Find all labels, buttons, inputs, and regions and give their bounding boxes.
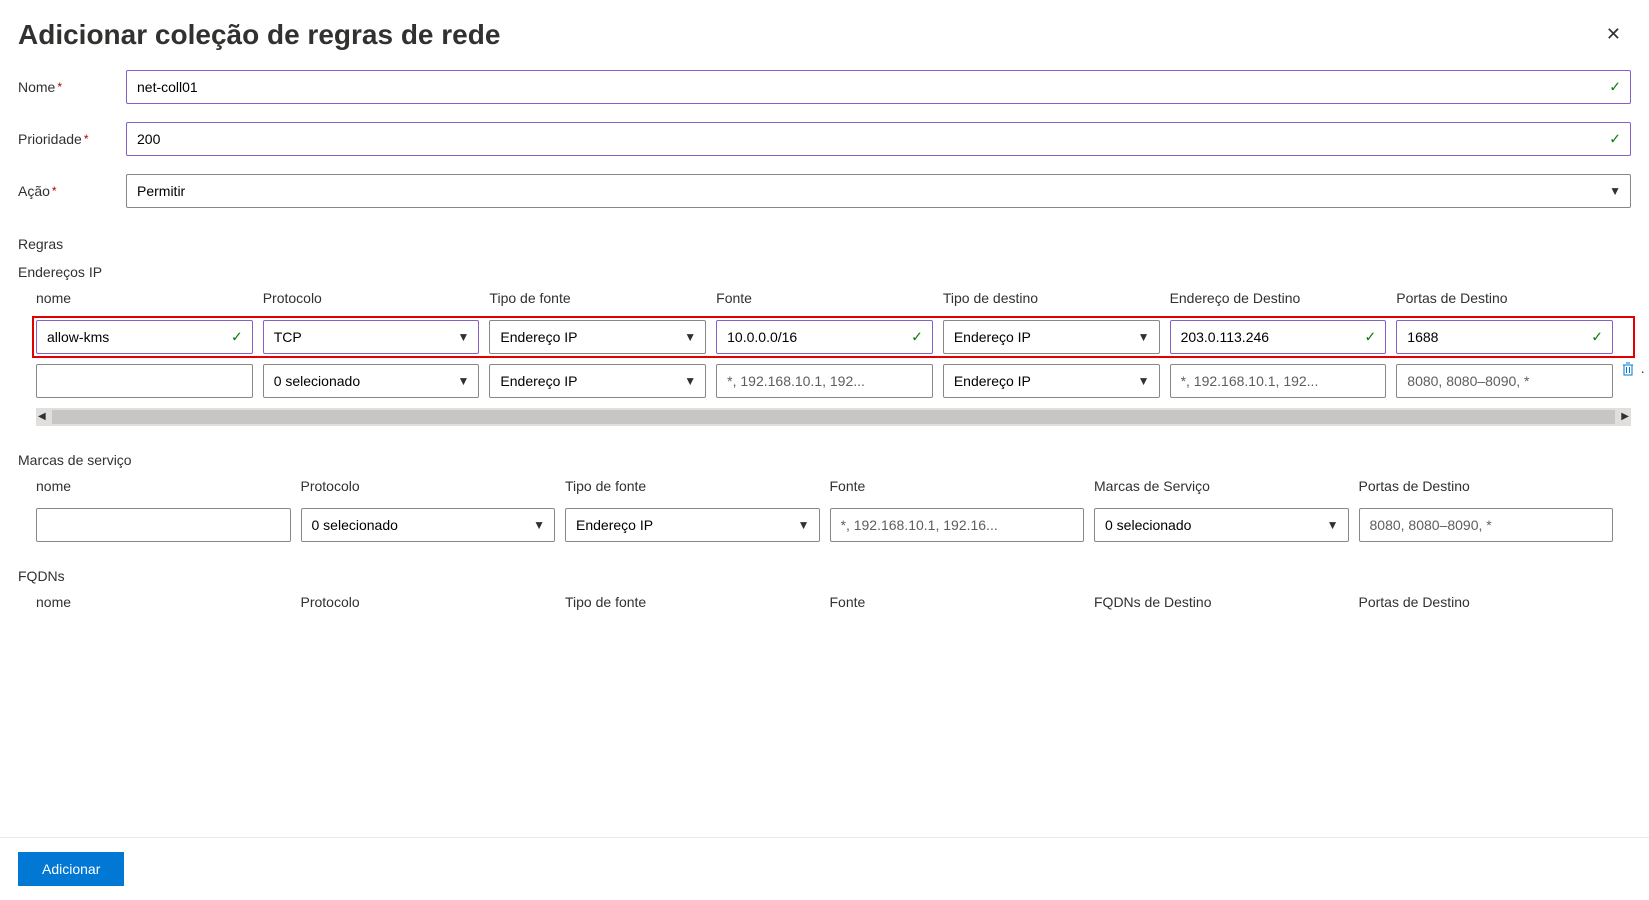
- action-select[interactable]: [126, 174, 1631, 208]
- service-tags-select[interactable]: [1094, 508, 1349, 542]
- ip-rules-grid: nome Protocolo Tipo de fonte Fonte Tipo …: [18, 290, 1631, 426]
- col-fqdns: FQDNs de Destino: [1094, 594, 1349, 614]
- col-srctype: Tipo de fonte: [489, 290, 706, 310]
- dest-address-input[interactable]: [1170, 320, 1387, 354]
- rule-name-input[interactable]: [36, 320, 253, 354]
- service-tags-heading: Marcas de serviço: [18, 452, 1631, 468]
- col-dstports: Portas de Destino: [1359, 594, 1614, 614]
- source-type-select[interactable]: [565, 508, 820, 542]
- source-input[interactable]: [830, 508, 1085, 542]
- label-action: Ação*: [18, 183, 126, 199]
- protocol-select[interactable]: [263, 320, 480, 354]
- col-protocol: Protocolo: [263, 290, 480, 310]
- dest-type-select[interactable]: [943, 320, 1160, 354]
- col-source: Fonte: [830, 594, 1085, 614]
- col-name: nome: [36, 594, 291, 614]
- col-protocol: Protocolo: [301, 478, 556, 498]
- horizontal-scrollbar[interactable]: ◀ ▶: [36, 408, 1631, 426]
- dest-type-select[interactable]: [943, 364, 1160, 398]
- service-tags-grid: nome Protocolo Tipo de fonte Fonte Marca…: [18, 478, 1631, 542]
- source-type-select[interactable]: [489, 364, 706, 398]
- source-input[interactable]: [716, 364, 933, 398]
- dest-address-input[interactable]: [1170, 364, 1387, 398]
- page-title: Adicionar coleção de regras de rede: [18, 18, 500, 52]
- name-input[interactable]: [126, 70, 1631, 104]
- source-type-select[interactable]: [489, 320, 706, 354]
- close-icon[interactable]: ✕: [1596, 18, 1631, 51]
- more-icon[interactable]: ·: [1640, 363, 1645, 379]
- col-srctype: Tipo de fonte: [565, 594, 820, 614]
- source-input[interactable]: [716, 320, 933, 354]
- priority-input[interactable]: [126, 122, 1631, 156]
- dest-ports-input[interactable]: [1359, 508, 1614, 542]
- dest-ports-input[interactable]: [1396, 364, 1613, 398]
- rule-name-input[interactable]: [36, 364, 253, 398]
- scroll-left-icon[interactable]: ◀: [38, 411, 46, 422]
- protocol-select[interactable]: [301, 508, 556, 542]
- ip-addresses-heading: Endereços IP: [18, 264, 1631, 280]
- col-source: Fonte: [716, 290, 933, 310]
- col-source: Fonte: [830, 478, 1085, 498]
- delete-icon[interactable]: [1620, 361, 1636, 380]
- col-protocol: Protocolo: [301, 594, 556, 614]
- dest-ports-input[interactable]: [1396, 320, 1613, 354]
- col-svctags: Marcas de Serviço: [1094, 478, 1349, 498]
- fqdns-grid: nome Protocolo Tipo de fonte Fonte FQDNs…: [18, 594, 1631, 614]
- col-srctype: Tipo de fonte: [565, 478, 820, 498]
- fqdns-heading: FQDNs: [18, 568, 1631, 584]
- protocol-select[interactable]: [263, 364, 480, 398]
- col-dstports: Portas de Destino: [1359, 478, 1614, 498]
- label-name: Nome*: [18, 79, 126, 95]
- add-button[interactable]: Adicionar: [18, 852, 124, 886]
- col-name: nome: [36, 290, 253, 310]
- rule-name-input[interactable]: [36, 508, 291, 542]
- scroll-right-icon[interactable]: ▶: [1621, 411, 1629, 422]
- label-priority: Prioridade*: [18, 131, 126, 147]
- scroll-thumb[interactable]: [52, 410, 1615, 424]
- col-dstports: Portas de Destino: [1396, 290, 1613, 310]
- col-dsttype: Tipo de destino: [943, 290, 1160, 310]
- col-dstaddr: Endereço de Destino: [1170, 290, 1387, 310]
- rules-heading: Regras: [18, 236, 1631, 252]
- col-name: nome: [36, 478, 291, 498]
